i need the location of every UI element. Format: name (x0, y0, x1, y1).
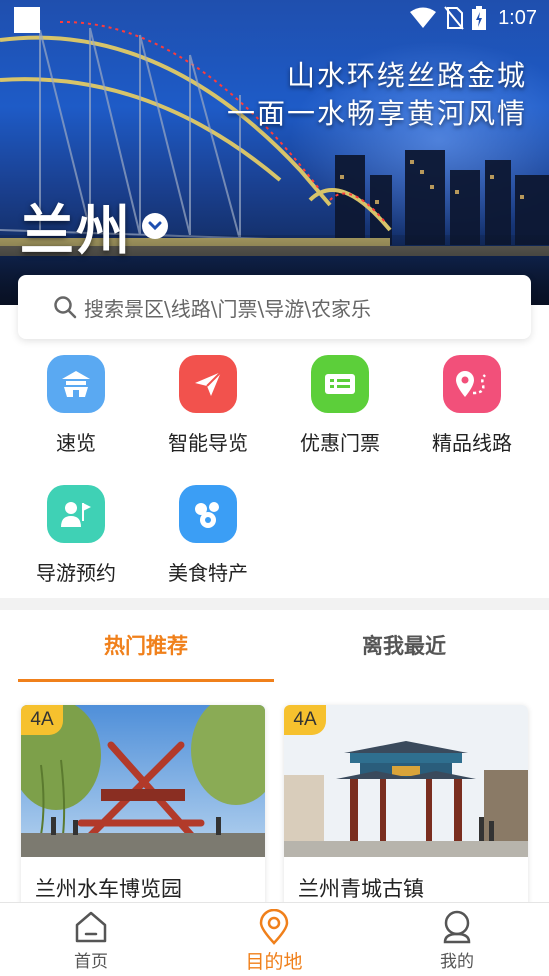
pavilion-icon (47, 355, 105, 413)
bottom-nav: 首页 目的地 我的 (0, 902, 549, 976)
clock-time: 1:07 (498, 6, 537, 29)
nav-destination-label: 目的地 (245, 951, 303, 973)
category-label: 美食特产 (168, 561, 248, 585)
category-label: 优惠门票 (300, 431, 380, 455)
home-icon (75, 911, 107, 943)
category-label: 精品线路 (432, 431, 512, 455)
profile-icon (443, 910, 471, 944)
recommendation-section: 热门推荐 离我最近 4A 兰州水车博览园 4A 兰州青城古镇 (0, 610, 549, 915)
food-icon (179, 485, 237, 543)
attraction-card[interactable]: 4A 兰州水车博览园 (21, 705, 265, 915)
city-selector[interactable]: 兰州 (20, 186, 168, 265)
guide-flag-icon (47, 485, 105, 543)
attraction-title: 兰州水车博览园 (35, 877, 182, 901)
search-placeholder: 搜索景区\线路\门票\导游\农家乐 (84, 296, 371, 321)
tab-nearby[interactable]: 离我最近 (276, 630, 532, 660)
nav-home-label: 首页 (74, 952, 108, 972)
wifi-icon (410, 7, 437, 28)
location-pin-icon (259, 909, 289, 945)
category-quick-view[interactable]: 速览 (10, 355, 142, 456)
category-label: 速览 (56, 431, 96, 455)
search-bar[interactable]: 搜索景区\线路\门票\导游\农家乐 (18, 275, 531, 339)
hero-slogan-line2: 一面一水畅享黄河风情 (226, 97, 527, 130)
attraction-photo: 4A (21, 705, 265, 857)
category-food-specialties[interactable]: 美食特产 (142, 485, 274, 586)
chevron-down-icon[interactable] (142, 212, 168, 239)
nav-home[interactable]: 首页 (26, 909, 156, 972)
category-premium-routes[interactable]: 精品线路 (406, 355, 538, 456)
attraction-card[interactable]: 4A 兰州青城古镇 (284, 705, 528, 915)
city-name: 兰州 (20, 199, 132, 262)
nav-mine-label: 我的 (440, 952, 474, 972)
status-bar: 1:07 (0, 0, 549, 40)
hero-banner: 1:07 山水环绕丝路金城 一面一水畅享黄河风情 兰州 (0, 0, 549, 305)
category-discount-tickets[interactable]: 优惠门票 (274, 355, 406, 456)
no-sim-icon (444, 6, 464, 30)
ticket-icon (311, 355, 369, 413)
category-grid: 速览 智能导览 优惠门票 精品线路 导游预约 美食特产 (0, 305, 549, 598)
search-icon (54, 296, 77, 319)
hero-slogan-line1: 山水环绕丝路金城 (286, 59, 527, 92)
attraction-title: 兰州青城古镇 (298, 877, 424, 901)
rating-badge: 4A (284, 705, 326, 735)
nav-mine[interactable]: 我的 (392, 909, 522, 972)
battery-charging-icon (472, 6, 487, 30)
paper-plane-icon (179, 355, 237, 413)
active-tab-indicator (18, 679, 274, 682)
category-guide-booking[interactable]: 导游预约 (10, 485, 142, 586)
status-indicators: 1:07 (410, 6, 537, 30)
notification-square-icon (14, 7, 40, 33)
category-label: 导游预约 (36, 561, 116, 585)
category-smart-guide[interactable]: 智能导览 (142, 355, 274, 456)
attraction-photo: 4A (284, 705, 528, 857)
tab-hot-recommend[interactable]: 热门推荐 (18, 630, 274, 660)
rating-badge: 4A (21, 705, 63, 735)
category-label: 智能导览 (168, 431, 248, 455)
route-pin-icon (443, 355, 501, 413)
nav-destination[interactable]: 目的地 (209, 909, 339, 974)
